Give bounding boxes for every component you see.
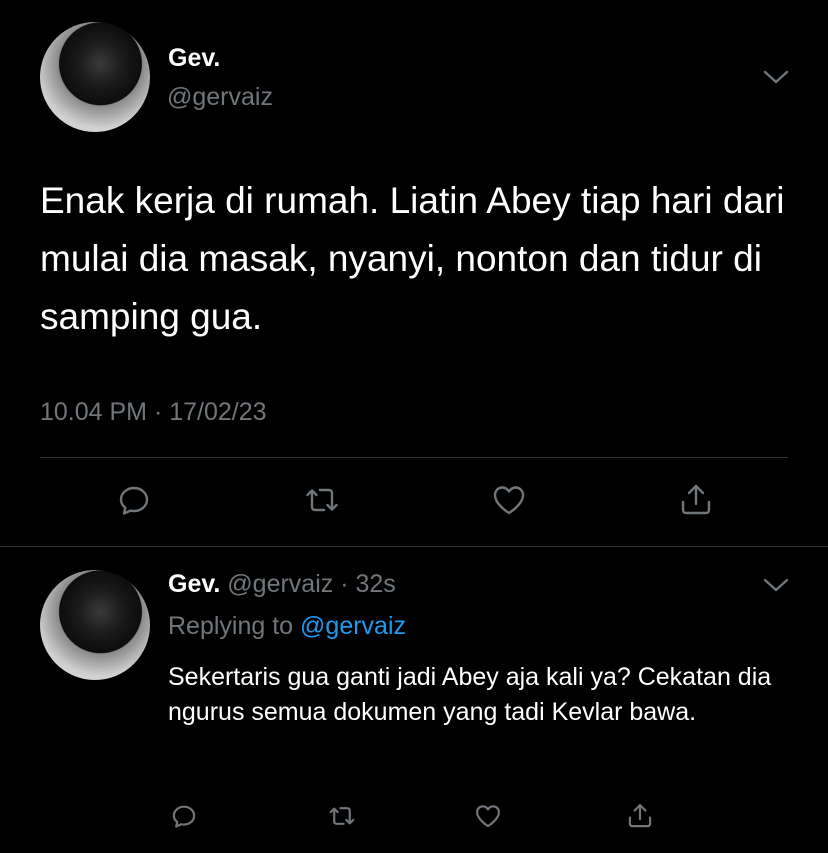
avatar[interactable] bbox=[40, 570, 150, 680]
user-handle[interactable]: @gervaiz bbox=[167, 83, 273, 112]
chevron-down-icon[interactable] bbox=[762, 66, 790, 88]
avatar[interactable] bbox=[40, 22, 150, 132]
retweet-button[interactable] bbox=[322, 798, 362, 838]
retweet-icon bbox=[304, 482, 340, 523]
display-name[interactable]: Gev. bbox=[168, 570, 220, 598]
reply-button[interactable] bbox=[164, 798, 204, 838]
retweet-button[interactable] bbox=[302, 482, 342, 522]
reply-icon bbox=[116, 482, 152, 523]
share-icon bbox=[626, 802, 654, 835]
share-button[interactable] bbox=[620, 798, 660, 838]
share-icon bbox=[678, 482, 714, 523]
mention-link[interactable]: @gervaiz bbox=[300, 612, 406, 640]
reply-icon bbox=[170, 802, 198, 835]
like-button[interactable] bbox=[489, 482, 529, 522]
like-icon bbox=[474, 802, 502, 835]
replying-prefix: Replying to bbox=[168, 612, 301, 640]
like-icon bbox=[491, 482, 527, 523]
display-name[interactable]: Gev. bbox=[168, 44, 220, 73]
handle-and-time[interactable]: @gervaiz · 32s bbox=[227, 570, 396, 598]
retweet-icon bbox=[328, 802, 356, 835]
replying-to: Replying to @gervaiz bbox=[168, 612, 406, 641]
divider bbox=[40, 457, 788, 458]
share-button[interactable] bbox=[676, 482, 716, 522]
tweet-text: Sekertaris gua ganti jadi Abey aja kali … bbox=[168, 663, 772, 726]
reply-header: Gev. @gervaiz · 32s bbox=[168, 570, 396, 599]
tweet-text: Enak kerja di rumah. Liatin Abey tiap ha… bbox=[40, 180, 785, 337]
like-button[interactable] bbox=[468, 798, 508, 838]
reply-button[interactable] bbox=[114, 482, 154, 522]
chevron-down-icon[interactable] bbox=[762, 574, 790, 596]
tweet-timestamp[interactable]: 10.04 PM · 17/02/23 bbox=[40, 398, 267, 427]
divider bbox=[0, 546, 828, 547]
